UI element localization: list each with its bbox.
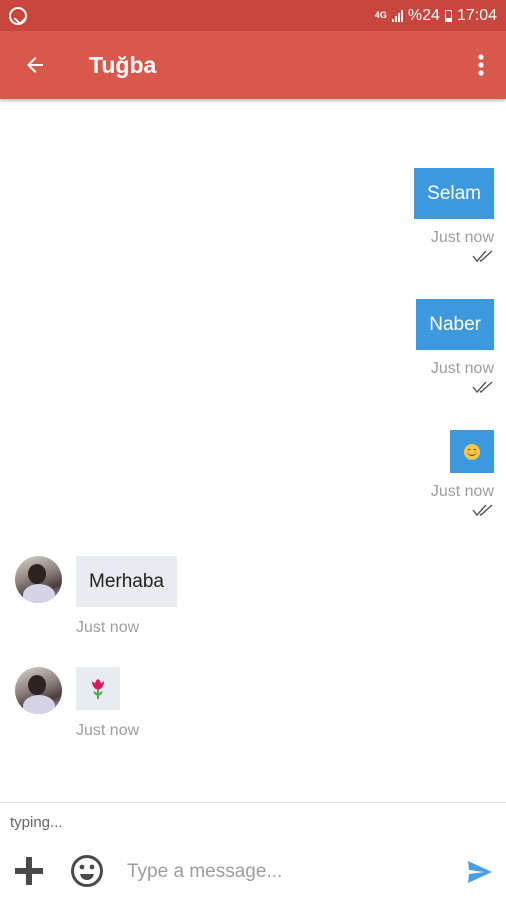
more-vert-icon — [478, 54, 484, 76]
network-indicator: 4G — [374, 10, 387, 20]
message-list[interactable]: Selam Just now Naber Just now Just now M… — [0, 99, 506, 802]
message-time: Just now — [76, 722, 140, 739]
typing-indicator: typing... — [10, 814, 63, 831]
message-bubble[interactable]: Naber — [416, 299, 494, 350]
double-check-icon — [472, 381, 493, 394]
message-bubble[interactable] — [450, 430, 494, 473]
send-icon[interactable] — [466, 858, 494, 886]
avatar[interactable] — [15, 556, 62, 603]
avatar[interactable] — [15, 667, 62, 714]
battery-icon — [444, 9, 452, 22]
more-options-button[interactable] — [456, 31, 506, 99]
double-check-icon — [472, 250, 493, 263]
message-input[interactable] — [127, 858, 427, 886]
message-bubble[interactable] — [76, 667, 120, 710]
message-time: Just now — [76, 619, 140, 636]
message-time: Just now — [430, 229, 494, 246]
tulip-emoji — [92, 678, 104, 699]
whatsapp-icon — [9, 6, 27, 25]
chat-title[interactable]: Tuğba — [89, 52, 156, 79]
status-right: 4G %24 17:04 — [375, 7, 497, 25]
double-check-icon — [472, 504, 493, 517]
arrow-left-icon — [27, 57, 43, 73]
message-incoming[interactable]: Merhaba Just now — [15, 556, 177, 637]
smiling-face-emoji — [464, 443, 480, 460]
message-bubble[interactable]: Selam — [414, 168, 494, 219]
message-bubble[interactable]: Merhaba — [76, 556, 177, 607]
message-incoming[interactable]: Just now — [15, 667, 139, 740]
plus-icon[interactable] — [12, 854, 46, 888]
smiley-icon[interactable] — [70, 854, 104, 888]
message-outgoing[interactable]: Selam Just now — [414, 168, 494, 263]
message-time: Just now — [430, 360, 494, 377]
battery-percent: %24 — [407, 6, 440, 24]
clock: 17:04 — [456, 6, 497, 24]
composer: typing... — [0, 802, 506, 900]
message-outgoing[interactable]: Naber Just now — [416, 299, 494, 394]
signal-icon — [391, 9, 403, 22]
back-button[interactable] — [0, 31, 70, 99]
message-outgoing[interactable]: Just now — [431, 430, 494, 517]
status-bar: 4G %24 17:04 — [0, 0, 506, 31]
app-bar: Tuğba — [0, 31, 506, 99]
message-time: Just now — [430, 483, 494, 500]
